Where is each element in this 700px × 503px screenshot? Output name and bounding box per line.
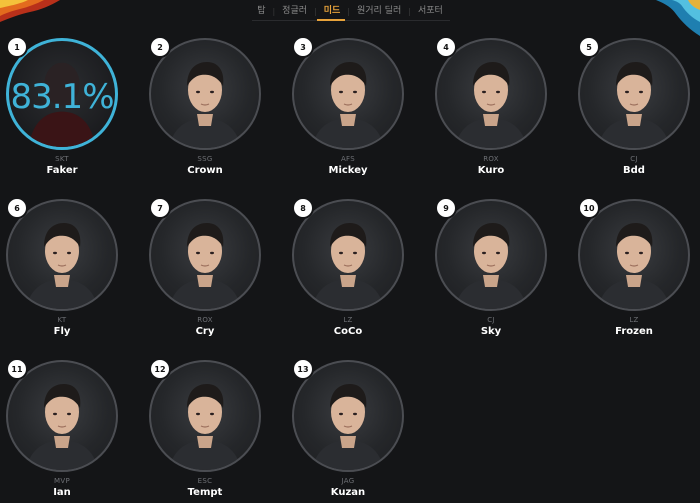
tab-separator: | — [314, 6, 317, 16]
player-name: Mickey — [328, 165, 368, 176]
player-team: AFS — [340, 155, 356, 163]
player-card[interactable]: 10 LZ Frozen — [574, 197, 694, 337]
player-name: Fly — [53, 326, 71, 337]
tab-separator: | — [347, 6, 350, 16]
vote-percentage: 83.1% — [10, 77, 114, 117]
player-name: Ian — [53, 487, 71, 498]
active-tab-indicator — [317, 19, 345, 21]
player-team: KT — [57, 316, 67, 324]
tab-top[interactable]: 탑 — [253, 4, 269, 18]
player-name: CoCo — [333, 326, 363, 337]
player-team: LZ — [343, 316, 353, 324]
rank-badge: 2 — [149, 36, 171, 58]
rank-badge: 6 — [6, 197, 28, 219]
player-photo — [598, 62, 670, 148]
tab-mid[interactable]: 미드 — [320, 4, 345, 18]
player-photo — [169, 223, 241, 309]
player-photo — [598, 223, 670, 309]
tab-separator: | — [408, 6, 411, 16]
rank-badge: 13 — [292, 358, 314, 380]
player-team: LZ — [629, 316, 639, 324]
player-team: SKT — [55, 155, 69, 163]
player-name: Faker — [46, 165, 78, 176]
player-name: Crown — [187, 165, 223, 176]
rank-badge: 5 — [578, 36, 600, 58]
player-card[interactable]: 3 AFS Mickey — [288, 36, 408, 176]
position-tabs: 탑 | 정글러 | 미드 | 원거리 딜러 | 서포터 — [0, 4, 700, 18]
player-card[interactable]: 4 ROX Kuro — [431, 36, 551, 176]
player-team: SSG — [197, 155, 213, 163]
rank-badge: 4 — [435, 36, 457, 58]
player-name: Sky — [480, 326, 502, 337]
player-name: Cry — [195, 326, 215, 337]
rank-badge: 12 — [149, 358, 171, 380]
player-team: ESC — [197, 477, 213, 485]
tab-jungle[interactable]: 정글러 — [278, 4, 311, 18]
player-photo — [312, 62, 384, 148]
rank-badge: 9 — [435, 197, 457, 219]
player-photo — [169, 62, 241, 148]
rank-badge: 8 — [292, 197, 314, 219]
player-name: Bdd — [623, 165, 645, 176]
player-card[interactable]: 7 ROX Cry — [145, 197, 265, 337]
player-card[interactable]: 8 LZ CoCo — [288, 197, 408, 337]
rank-badge: 3 — [292, 36, 314, 58]
player-team: CJ — [630, 155, 638, 163]
player-name: Tempt — [187, 487, 223, 498]
player-card[interactable]: 1 83.1% SKT Faker — [2, 36, 122, 176]
player-name: Kuzan — [330, 487, 366, 498]
player-team: MVP — [54, 477, 70, 485]
player-team: ROX — [483, 155, 499, 163]
rank-badge: 10 — [578, 197, 600, 219]
player-team: CJ — [487, 316, 495, 324]
player-card[interactable]: 2 SSG Crown — [145, 36, 265, 176]
player-photo — [312, 223, 384, 309]
player-team: JAG — [341, 477, 355, 485]
player-photo — [26, 384, 98, 470]
rank-badge: 11 — [6, 358, 28, 380]
player-name: Kuro — [477, 165, 505, 176]
tab-support[interactable]: 서포터 — [414, 4, 447, 18]
player-name: Frozen — [615, 326, 653, 337]
player-photo — [169, 384, 241, 470]
player-photo — [26, 223, 98, 309]
player-photo — [312, 384, 384, 470]
player-card[interactable]: 13 JAG Kuzan — [288, 358, 408, 498]
player-team: ROX — [197, 316, 213, 324]
player-photo — [455, 62, 527, 148]
player-photo — [455, 223, 527, 309]
player-card[interactable]: 12 ESC Tempt — [145, 358, 265, 498]
rank-badge: 1 — [6, 36, 28, 58]
player-card[interactable]: 6 KT Fly — [2, 197, 122, 337]
tabs-divider — [252, 20, 450, 21]
player-card[interactable]: 9 CJ Sky — [431, 197, 551, 337]
player-card[interactable]: 5 CJ Bdd — [574, 36, 694, 176]
player-card[interactable]: 11 MVP Ian — [2, 358, 122, 498]
tab-separator: | — [272, 6, 276, 16]
rank-badge: 7 — [149, 197, 171, 219]
tab-adc[interactable]: 원거리 딜러 — [353, 4, 405, 18]
